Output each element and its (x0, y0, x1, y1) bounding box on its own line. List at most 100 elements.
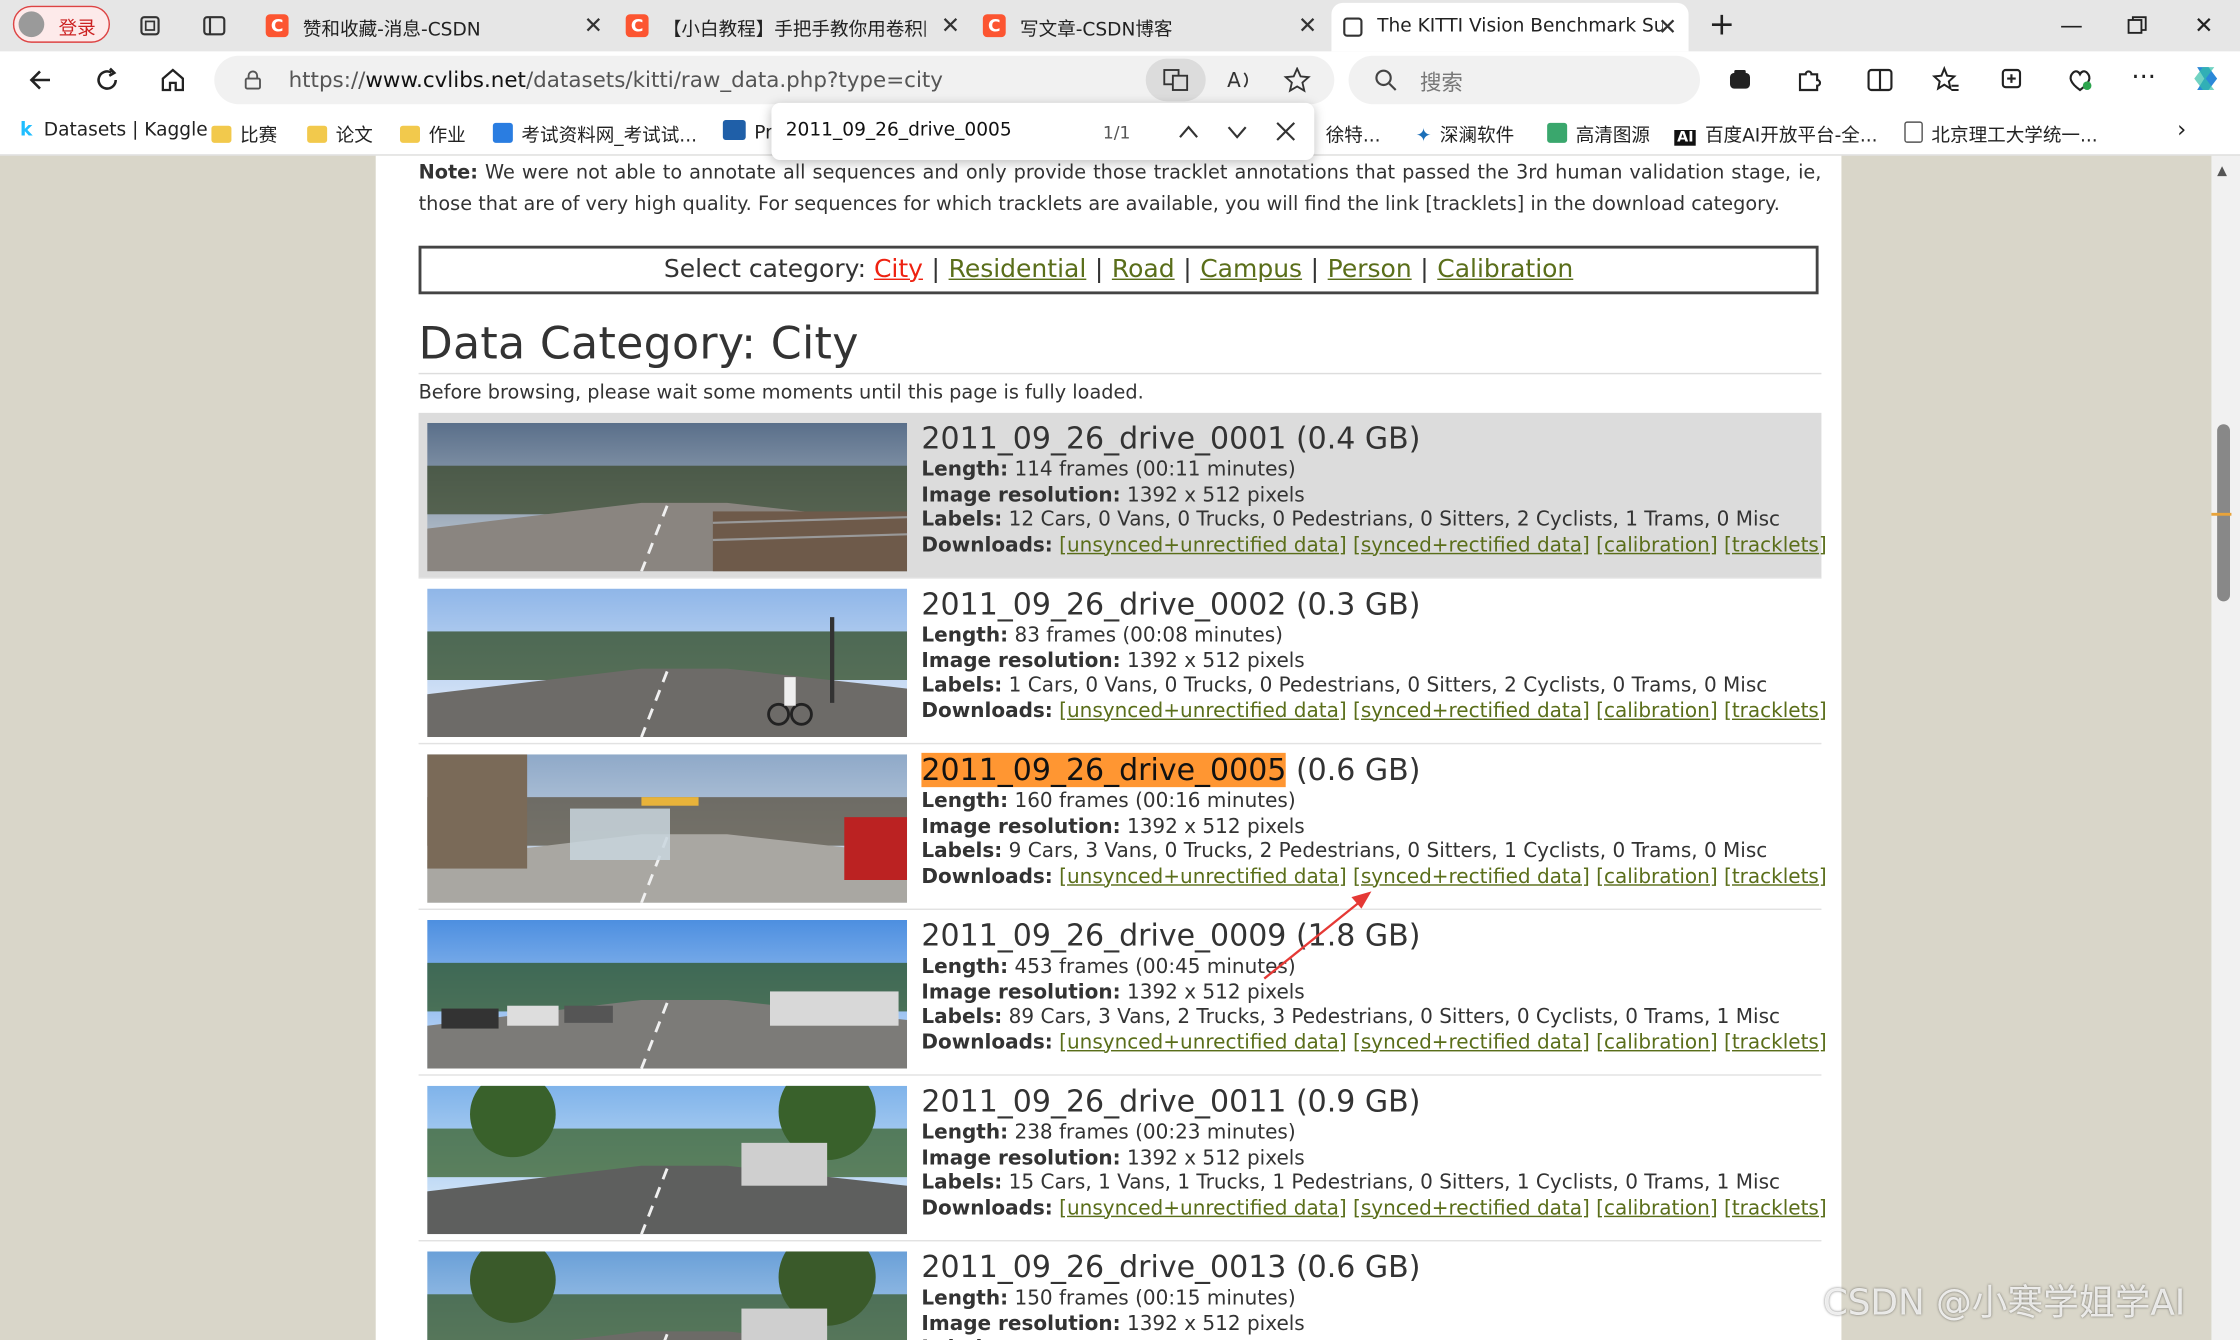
download-calibration-link[interactable]: [calibration] (1596, 865, 1717, 888)
chevron-right-icon[interactable]: › (2177, 116, 2186, 143)
find-count: 1/1 (1102, 122, 1131, 143)
more-options-icon[interactable]: ··· (2131, 63, 2156, 93)
drive-resolution: Image resolution: 1392 x 512 pixels (921, 814, 1305, 838)
vertical-tabs-icon[interactable] (201, 13, 227, 39)
bookmark-pr[interactable]: Pr (722, 119, 773, 144)
address-bar[interactable]: https://www.cvlibs.net/datasets/kitti/ra… (214, 55, 1335, 105)
puzzle-icon[interactable] (1794, 66, 1823, 95)
tab-csdn-write[interactable]: C 写文章-CSDN博客 ✕ (974, 6, 1328, 46)
doc-icon (1904, 121, 1923, 143)
bookmark-folder-homework[interactable]: 作业 (399, 120, 466, 147)
lock-icon[interactable] (243, 70, 263, 90)
drive-resolution: Image resolution: 1392 x 512 pixels (921, 1312, 1305, 1335)
download-unsynced-link[interactable]: [unsynced+unrectified data] (1059, 699, 1346, 722)
login-button[interactable]: 登录 (12, 5, 110, 43)
drive-row: 2011_09_26_drive_0001 (0.4 GB) Length: 11… (418, 412, 1827, 579)
drive-labels: Labels: 89 Cars, 3 Vans, 2 Trucks, 3 Ped… (921, 1005, 1780, 1029)
tab-csdn-messages[interactable]: C 赞和收藏-消息-CSDN ✕ (257, 6, 614, 46)
collections-add-icon[interactable] (1999, 66, 2028, 95)
download-calibration-link[interactable]: [calibration] (1596, 1031, 1717, 1054)
extension-icon[interactable] (1726, 66, 1755, 95)
drive-length: Length: 160 frames (00:16 minutes) (921, 789, 1296, 813)
download-tracklets-link[interactable]: [tracklets] (1724, 699, 1827, 722)
folder-icon (399, 125, 420, 143)
scrollbar[interactable]: ▲ (2211, 155, 2240, 1340)
download-synced-link[interactable]: [synced+rectified data] (1353, 1031, 1590, 1054)
bookmark-srun[interactable]: ✦ 深澜软件 (1416, 120, 1514, 147)
collections-icon[interactable] (137, 13, 163, 39)
download-synced-link[interactable]: [synced+rectified data] (1353, 865, 1590, 888)
drive-resolution: Image resolution: 1392 x 512 pixels (921, 483, 1305, 507)
category-selector: Select category: City | Residential | Road | C… (418, 245, 1819, 295)
close-icon[interactable]: ✕ (584, 11, 603, 38)
back-icon[interactable] (26, 66, 55, 95)
folder-icon (211, 125, 232, 143)
drive-thumbnail (427, 1085, 908, 1235)
download-tracklets-link[interactable]: [tracklets] (1724, 1196, 1827, 1219)
find-close-icon[interactable] (1274, 120, 1297, 143)
bookmark-folder-competitions[interactable]: 比赛 (211, 120, 277, 147)
category-link-person[interactable]: Person (1328, 256, 1412, 285)
drive-title: 2011_09_26_drive_0011 (0.9 GB) (921, 1084, 1421, 1119)
translate-button[interactable] (1145, 58, 1206, 102)
tab-csdn-tutorial[interactable]: C 【小白教程】手把手教你用卷积网 ✕ (617, 6, 971, 46)
category-link-road[interactable]: Road (1112, 256, 1175, 285)
bookmark-folder-papers[interactable]: 论文 (307, 120, 373, 147)
download-synced-link[interactable]: [synced+rectified data] (1353, 534, 1590, 557)
download-synced-link[interactable]: [synced+rectified data] (1353, 1196, 1590, 1219)
download-synced-link[interactable]: [synced+rectified data] (1353, 699, 1590, 722)
browser-essentials-icon[interactable] (2066, 66, 2095, 95)
bookmark-xute[interactable]: 徐特... (1326, 120, 1381, 147)
download-unsynced-link[interactable]: [unsynced+unrectified data] (1059, 1031, 1346, 1054)
new-tab-icon[interactable]: + (1709, 7, 1735, 43)
close-window-icon[interactable]: ✕ (2194, 11, 2213, 38)
download-unsynced-link[interactable]: [unsynced+unrectified data] (1059, 1196, 1346, 1219)
bookmark-exam-site[interactable]: 考试资料网_考试试... (492, 120, 697, 147)
copilot-icon[interactable] (2189, 61, 2223, 95)
download-calibration-link[interactable]: [calibration] (1596, 1196, 1717, 1219)
close-icon[interactable]: ✕ (1298, 11, 1317, 38)
refresh-icon[interactable] (93, 66, 122, 95)
csdn-icon: C (265, 14, 289, 38)
close-icon[interactable]: ✕ (941, 11, 960, 38)
favorite-star-icon[interactable] (1283, 67, 1312, 93)
find-highlight: 2011_09_26_drive_0005 (921, 752, 1287, 788)
read-aloud-icon[interactable]: A (1226, 67, 1255, 93)
category-link-residential[interactable]: Residential (949, 256, 1087, 285)
download-tracklets-link[interactable]: [tracklets] (1724, 1031, 1827, 1054)
find-input[interactable]: 2011_09_26_drive_0005 (786, 120, 1012, 141)
find-bar: 2011_09_26_drive_0005 1/1 (771, 102, 1315, 160)
category-link-campus[interactable]: Campus (1200, 256, 1302, 285)
street-scene-image (427, 1251, 908, 1340)
download-calibration-link[interactable]: [calibration] (1596, 534, 1717, 557)
tab-title: 【小白教程】手把手教你用卷积网 (662, 19, 926, 42)
scroll-up-icon[interactable]: ▲ (2217, 164, 2227, 178)
close-icon[interactable]: ✕ (1658, 13, 1677, 40)
download-calibration-link[interactable]: [calibration] (1596, 699, 1717, 722)
tab-kitti[interactable]: The KITTI Vision Benchmark Suite ✕ (1331, 2, 1689, 52)
bookmark-hd-images[interactable]: 高清图源 (1547, 120, 1650, 147)
minimize-icon[interactable]: — (2060, 11, 2083, 38)
download-tracklets-link[interactable]: [tracklets] (1724, 534, 1827, 557)
drive-info: 2011_09_26_drive_0013 (0.6 GB) Length: 15… (921, 1247, 1821, 1340)
bookmark-baidu-ai[interactable]: AI 百度AI开放平台-全... (1674, 120, 1878, 147)
watermark: CSDN @小寒学姐学AI (1822, 1281, 2186, 1323)
search-box[interactable]: 搜索 (1348, 55, 1700, 105)
restore-icon[interactable] (2127, 16, 2147, 36)
drive-downloads: Downloads: [unsynced+unrectified data] [… (921, 699, 1827, 723)
home-icon[interactable] (159, 66, 188, 95)
csdn-icon: C (982, 14, 1006, 38)
category-link-city[interactable]: City (874, 256, 923, 285)
favorites-icon[interactable] (1931, 65, 1960, 95)
download-unsynced-link[interactable]: [unsynced+unrectified data] (1059, 534, 1346, 557)
bookmark-kaggle[interactable]: k Datasets | Kaggle (20, 120, 208, 141)
folder-icon (307, 125, 328, 143)
street-scene-image (427, 919, 908, 1069)
download-tracklets-link[interactable]: [tracklets] (1724, 865, 1827, 888)
find-previous-icon[interactable] (1177, 121, 1200, 141)
bookmark-bit[interactable]: 北京理工大学统一... (1904, 120, 2098, 147)
category-link-calibration[interactable]: Calibration (1437, 256, 1573, 285)
url-text[interactable]: https://www.cvlibs.net/datasets/kitti/ra… (289, 67, 943, 93)
find-next-icon[interactable] (1226, 121, 1249, 141)
split-screen-icon[interactable] (1866, 66, 1895, 95)
